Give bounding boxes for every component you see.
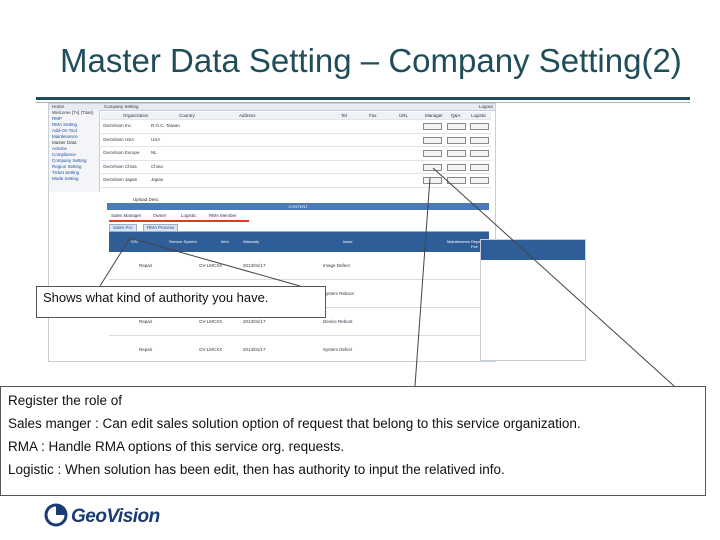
roles-callout-line: Logistic : When solution has been edit, … bbox=[8, 462, 505, 477]
authority-callout: Shows what kind of authority you have. bbox=[36, 286, 326, 318]
roles-callout: Register the role of Sales manger : Can … bbox=[0, 386, 706, 496]
roles-callout-line: RMA : Handle RMA options of this service… bbox=[8, 439, 345, 454]
pointer-line-roles-left bbox=[414, 177, 431, 387]
logo-wordmark: GeoVision bbox=[71, 506, 160, 527]
pointer-line-roles-right bbox=[432, 167, 706, 415]
roles-callout-line: Sales manger : Can edit sales solution o… bbox=[8, 416, 581, 431]
pointer-line-authority-right bbox=[129, 237, 301, 287]
pointer-line-authority-left bbox=[99, 237, 131, 287]
roles-callout-line: Register the role of bbox=[8, 393, 123, 408]
